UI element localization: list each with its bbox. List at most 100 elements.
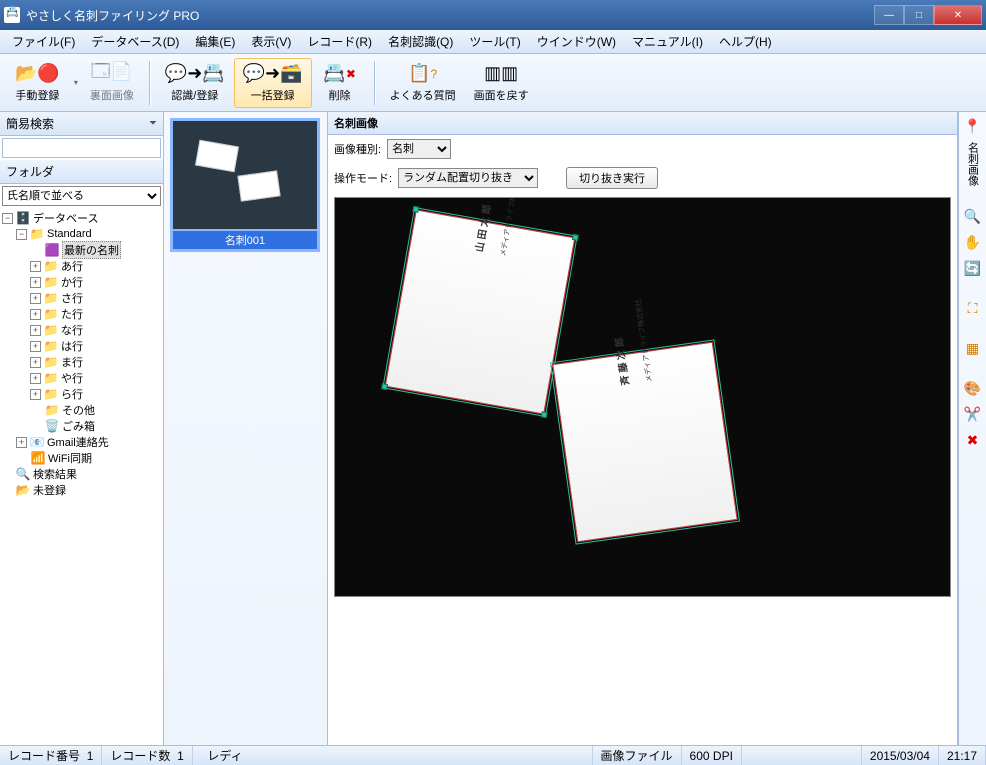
crop-execute-button[interactable]: 切り抜き実行	[566, 167, 658, 189]
menu-manual[interactable]: マニュアル(I)	[624, 30, 711, 53]
rotate-icon[interactable]: 🔄	[963, 258, 983, 278]
status-spacer	[742, 746, 862, 765]
maximize-button[interactable]: □	[904, 5, 934, 25]
tb-manual-register[interactable]: 📂🔴 手動登録	[6, 58, 69, 108]
tree-root[interactable]: −🗄️データベース	[2, 210, 161, 226]
layout-reset-icon: ▥▥	[484, 63, 518, 85]
folder-icon: 📁	[43, 371, 59, 385]
help-icon: 📋?	[408, 63, 437, 85]
folder-icon: 📁	[43, 275, 59, 289]
tree-sa[interactable]: +📁さ行	[2, 290, 161, 306]
tree-search-result[interactable]: 🔍検索結果	[2, 466, 161, 482]
folder-icon: 📁	[43, 291, 59, 305]
status-record-no: レコード番号 1	[0, 746, 102, 765]
detected-card-1[interactable]: 山 田 太 郎 メディアドライブ株式会社	[386, 210, 574, 413]
tree-standard[interactable]: −📁Standard	[2, 226, 161, 242]
tree-ha[interactable]: +📁は行	[2, 338, 161, 354]
menu-edit[interactable]: 編集(E)	[187, 30, 243, 53]
database-icon: 🗄️	[15, 211, 31, 225]
detected-card-2[interactable]: 斉 藤 次 郎 メディアドライブ株式会社	[553, 343, 736, 542]
window-title: やさしく名刺ファイリング PRO	[26, 7, 874, 24]
recognize-icon: 💬➜📇	[165, 63, 225, 85]
thumbnail-panel: 名刺001	[164, 112, 328, 745]
search-input[interactable]	[2, 138, 161, 158]
hand-icon[interactable]: ✋	[963, 232, 983, 252]
tb-batch-register[interactable]: 💬➜🗃️ 一括登録	[234, 58, 312, 108]
thumbnail-item[interactable]: 名刺001	[170, 118, 320, 252]
menu-help[interactable]: ヘルプ(H)	[711, 30, 780, 53]
image-preview[interactable]: 山 田 太 郎 メディアドライブ株式会社 斉 藤 次 郎 メディアドライブ株式会…	[334, 197, 951, 597]
folder-icon: 📁	[43, 323, 59, 337]
close-button[interactable]: ✕	[934, 5, 982, 25]
imgtype-select[interactable]: 名刺	[387, 139, 451, 159]
delete-icon: 📇✖	[323, 63, 355, 85]
toolbar-separator	[149, 61, 150, 105]
statusbar: レコード番号 1 レコード数 1 レディ 画像ファイル 600 DPI 2015…	[0, 745, 986, 765]
folder-header: フォルダ	[0, 160, 163, 184]
opmode-label: 操作モード:	[334, 170, 392, 186]
minimize-button[interactable]: —	[874, 5, 904, 25]
menu-view[interactable]: 表示(V)	[243, 30, 299, 53]
unregistered-icon: 📂	[15, 483, 31, 497]
folder-icon: 📁	[43, 307, 59, 321]
tree-ka[interactable]: +📁か行	[2, 274, 161, 290]
folder-icon: 📁	[43, 387, 59, 401]
detail-panel: 名刺画像 画像種別: 名刺 操作モード: ランダム配置切り抜き 切り抜き実行 山…	[328, 112, 958, 745]
zoom-icon[interactable]: 🔍	[963, 206, 983, 226]
search-header-label: 簡易検索	[6, 115, 54, 132]
menu-file[interactable]: ファイル(F)	[4, 30, 83, 53]
chevron-down-icon[interactable]: ▾	[71, 78, 81, 87]
tree-na[interactable]: +📁な行	[2, 322, 161, 338]
card-icon: 🟪	[44, 243, 60, 257]
status-ready: レディ	[193, 746, 593, 765]
status-record-count: レコード数 1	[102, 746, 192, 765]
collapse-icon[interactable]: ⏷	[149, 118, 157, 129]
folder-icon: 📁	[29, 227, 45, 241]
detail-controls: 画像種別: 名刺	[328, 135, 957, 163]
menu-tool[interactable]: ツール(T)	[461, 30, 528, 53]
tb-recognize-register[interactable]: 💬➜📇 認識/登録	[156, 58, 234, 108]
tb-reset-screen[interactable]: ▥▥ 画面を戻す	[465, 58, 538, 108]
tree-unregistered[interactable]: 📂未登録	[2, 482, 161, 498]
strip-label: 名刺画像	[965, 142, 981, 186]
tree-wifi[interactable]: 📶WiFi同期	[2, 450, 161, 466]
gmail-icon: 📧	[29, 435, 45, 449]
select-all-icon[interactable]: ▦	[963, 338, 983, 358]
folder-icon: 📁	[44, 403, 60, 417]
folder-header-label: フォルダ	[6, 163, 54, 180]
menu-recognize[interactable]: 名刺認識(Q)	[380, 30, 461, 53]
menu-database[interactable]: データベース(D)	[83, 30, 187, 53]
tree-latest[interactable]: 🟪最新の名刺	[2, 242, 161, 258]
thumbnail-image	[173, 121, 317, 229]
cut-icon[interactable]: ✂️	[963, 404, 983, 424]
status-dpi: 600 DPI	[682, 746, 742, 765]
tree-other[interactable]: 📁その他	[2, 402, 161, 418]
folder-open-icon: 📂🔴	[15, 63, 60, 85]
tree-ra[interactable]: +📁ら行	[2, 386, 161, 402]
status-file: 画像ファイル	[593, 746, 682, 765]
tb-delete[interactable]: 📇✖ 削除	[312, 58, 368, 108]
tree-gmail[interactable]: +📧Gmail連絡先	[2, 434, 161, 450]
menu-record[interactable]: レコード(R)	[299, 30, 380, 53]
colors-icon[interactable]: 🎨	[963, 378, 983, 398]
tree-ta[interactable]: +📁た行	[2, 306, 161, 322]
pin-icon[interactable]: 📍	[963, 116, 983, 136]
tree-ya[interactable]: +📁や行	[2, 370, 161, 386]
menu-window[interactable]: ウインドウ(W)	[529, 30, 624, 53]
tree-ma[interactable]: +📁ま行	[2, 354, 161, 370]
preview-wrap: 山 田 太 郎 メディアドライブ株式会社 斉 藤 次 郎 メディアドライブ株式会…	[328, 193, 957, 745]
trash-icon: 🗑️	[44, 419, 60, 433]
tree-a[interactable]: +📁あ行	[2, 258, 161, 274]
menubar: ファイル(F) データベース(D) 編集(E) 表示(V) レコード(R) 名刺…	[0, 30, 986, 54]
tree-trash[interactable]: 🗑️ごみ箱	[2, 418, 161, 434]
window-titlebar: やさしく名刺ファイリング PRO — □ ✕	[0, 0, 986, 30]
search-folder-icon: 🔍	[15, 467, 31, 481]
sort-select[interactable]: 氏名順で並べる	[2, 186, 161, 206]
batch-icon: 💬➜🗃️	[243, 63, 303, 85]
tb-back-image: 🗔📄 裏面画像	[81, 58, 143, 108]
window-buttons: — □ ✕	[874, 5, 982, 25]
opmode-select[interactable]: ランダム配置切り抜き	[398, 168, 538, 188]
tb-faq[interactable]: 📋? よくある質問	[381, 58, 465, 108]
delete-x-icon[interactable]: ✖	[963, 430, 983, 450]
fit-icon[interactable]: ⛶	[963, 298, 983, 318]
